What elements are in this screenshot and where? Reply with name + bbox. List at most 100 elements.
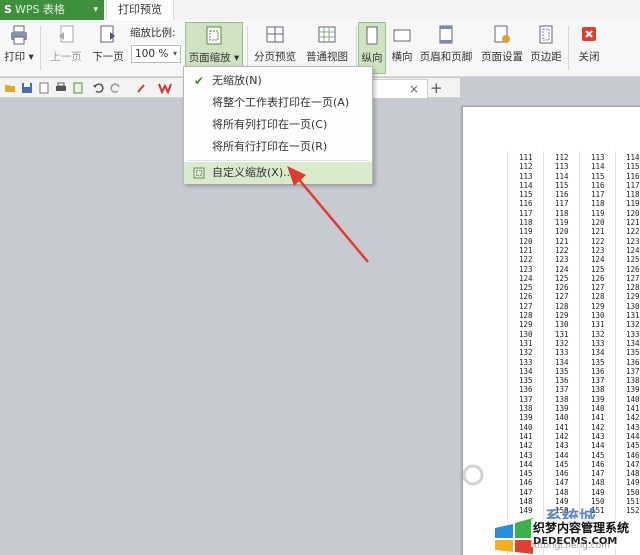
preview-cell: 129 [626, 292, 640, 302]
header-footer-button[interactable]: 页眉和页脚 [418, 22, 474, 74]
app-menu-tab[interactable]: S WPS 表格 ▾ [0, 0, 104, 20]
preview-cell: 144 [519, 459, 533, 469]
print-button[interactable]: 打印 ▾ [2, 22, 36, 74]
preview-cell: 145 [555, 459, 569, 469]
preview-cell: 135 [626, 348, 640, 358]
preview-cell: 145 [591, 450, 605, 460]
preview-cell: 146 [626, 450, 640, 460]
menu-item-label: 自定义缩放(X)... [212, 166, 294, 179]
preview-cell: 124 [591, 255, 605, 265]
preview-cell: 129 [591, 301, 605, 311]
redo-icon[interactable] [110, 82, 122, 94]
print-preview-icon[interactable] [72, 82, 84, 94]
preview-cell: 144 [555, 450, 569, 460]
prev-page-icon [59, 25, 74, 43]
preview-cell: 125 [519, 283, 533, 293]
preview-cell: 128 [519, 311, 533, 321]
preview-cell: 138 [626, 376, 640, 386]
close-tab-icon[interactable]: × [409, 82, 419, 96]
watermark-logo-icon [462, 464, 484, 486]
preview-cell: 138 [519, 404, 533, 414]
menu-item-label: 将整个工作表打印在一页(A) [212, 96, 350, 109]
page-setup-label: 页面设置 [481, 51, 523, 63]
menu-item-fit-sheet[interactable]: 将整个工作表打印在一页(A) [184, 92, 372, 114]
landscape-label: 横向 [391, 51, 413, 63]
preview-cell: 124 [519, 273, 533, 283]
close-label: 关闭 [578, 51, 600, 63]
format-painter-icon[interactable] [136, 82, 148, 94]
watermark-site: xitongcheng.com [532, 541, 610, 551]
preview-cell: 126 [591, 273, 605, 283]
preview-cell: 138 [555, 394, 569, 404]
preview-cell: 139 [519, 413, 533, 423]
undo-icon[interactable] [92, 82, 104, 94]
preview-cell: 136 [555, 376, 569, 386]
landscape-button[interactable]: 横向 [388, 22, 416, 74]
preview-cell: 145 [519, 469, 533, 479]
preview-cell: 142 [626, 413, 640, 423]
preview-cell: 127 [626, 273, 640, 283]
preview-cell: 122 [519, 255, 533, 265]
preview-cell: 143 [626, 422, 640, 432]
preview-cell: 114 [555, 171, 569, 181]
preview-cell: 135 [555, 366, 569, 376]
close-preview-button[interactable]: 关闭 [574, 22, 604, 74]
scale-select[interactable]: 100 % ▾ [131, 45, 181, 63]
close-icon [582, 27, 596, 41]
page-setup-button[interactable]: 页面设置 [478, 22, 526, 74]
save-icon[interactable] [21, 82, 33, 94]
open-folder-icon[interactable] [4, 82, 16, 94]
next-page-button[interactable]: 下一页 [90, 22, 126, 74]
preview-cell: 128 [626, 283, 640, 293]
preview-cell: 118 [519, 218, 533, 228]
preview-cell: 137 [519, 394, 533, 404]
tab-print-preview[interactable]: 打印预览 [106, 0, 174, 20]
print-preview-page: 111 112 113 114 115 116 117 118 119 120 121 122 123 1… [462, 106, 640, 555]
preview-cell: 116 [555, 190, 569, 200]
preview-cell: 133 [519, 357, 533, 367]
preview-cell: 146 [555, 469, 569, 479]
preview-cell: 148 [626, 469, 640, 479]
preview-cell: 134 [519, 366, 533, 376]
preview-cell: 122 [555, 245, 569, 255]
preview-cell: 122 [626, 227, 640, 237]
preview-cell: 113 [519, 171, 533, 181]
preview-cell: 133 [591, 338, 605, 348]
preview-cell: 131 [555, 329, 569, 339]
preview-cell: 137 [626, 366, 640, 376]
preview-cell: 120 [591, 218, 605, 228]
preview-cell: 149 [591, 487, 605, 497]
checkmark-icon: ✔ [194, 74, 205, 88]
column-gridline [543, 151, 544, 555]
preview-cell: 114 [626, 153, 640, 162]
normal-view-label: 普通视图 [306, 51, 348, 63]
custom-scale-icon [193, 167, 205, 179]
new-tab-button[interactable]: + [430, 78, 443, 98]
margins-button[interactable]: 页边距 [528, 22, 564, 74]
preview-cell: 128 [591, 292, 605, 302]
menu-item-no-scaling[interactable]: ✔ 无缩放(N) [184, 70, 372, 92]
preview-cell: 118 [555, 208, 569, 218]
page-scaling-menu: ✔ 无缩放(N) 将整个工作表打印在一页(A) 将所有列打印在一页(C) 将所有… [183, 66, 373, 184]
preview-cell: 116 [519, 199, 533, 209]
chevron-down-icon[interactable]: ▾ [93, 0, 98, 20]
menu-item-fit-columns[interactable]: 将所有列打印在一页(C) [184, 114, 372, 136]
menu-item-custom-scaling[interactable]: 自定义缩放(X)... [184, 162, 372, 184]
preview-cell: 114 [591, 162, 605, 172]
menu-item-fit-rows[interactable]: 将所有行打印在一页(R) [184, 136, 372, 158]
preview-cell: 131 [626, 311, 640, 321]
preview-cell: 141 [519, 431, 533, 441]
prev-page-button[interactable]: 上一页 [48, 22, 84, 74]
preview-cell: 134 [591, 348, 605, 358]
preview-cell: 126 [555, 283, 569, 293]
preview-cell: 143 [519, 450, 533, 460]
print-icon[interactable] [55, 82, 67, 94]
preview-cell: 119 [519, 227, 533, 237]
preview-cell: 132 [591, 329, 605, 339]
preview-cell: 137 [591, 376, 605, 386]
scale-label: 缩放比例: [130, 27, 176, 39]
preview-cell: 140 [555, 413, 569, 423]
export-pdf-icon[interactable] [38, 82, 50, 94]
preview-cell: 121 [591, 227, 605, 237]
preview-cell: 120 [555, 227, 569, 237]
